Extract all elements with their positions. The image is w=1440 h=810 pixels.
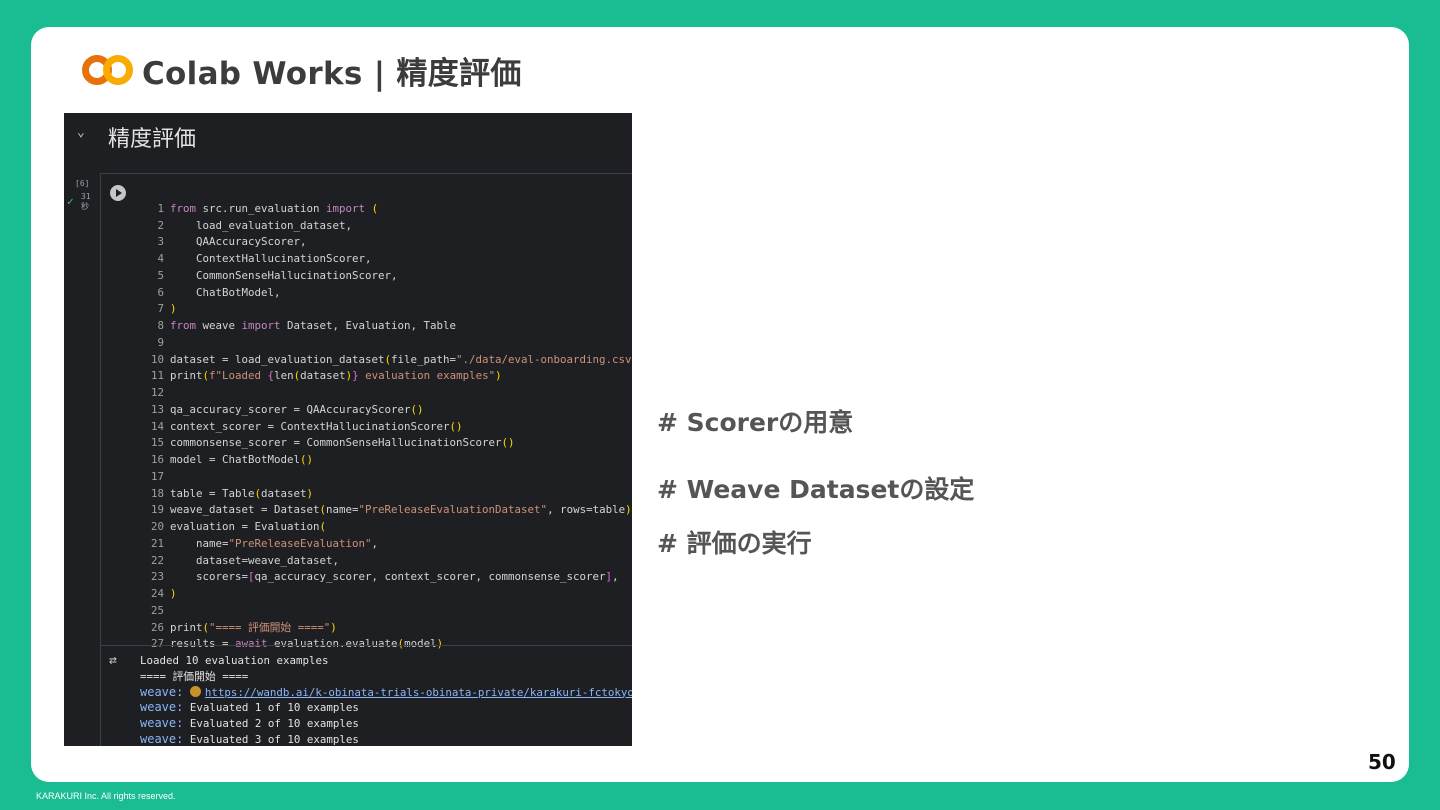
output-divider [100,645,632,646]
page-number: 50 [1368,750,1396,774]
run-cell-button[interactable] [110,185,126,201]
code-line: 4 ContextHallucinationScorer, [157,252,372,265]
code-line: 15 commonsense_scorer = CommonSenseHalluc… [150,436,515,450]
output-line: ==== 評価開始 ==== [140,669,249,683]
code-line: 19 weave_dataset = Dataset(name="PreRelea… [150,503,632,517]
code-line: 24) [150,587,177,600]
output-line: Evaluated 1 of 10 examples [189,701,359,715]
code-line: 21 name="PreReleaseEvaluation", [150,536,379,550]
bullet-evaluation: # 評価の実行 [657,529,812,558]
chevron-down-icon[interactable]: ⌄ [77,125,85,140]
output-line: Evaluated 2 of 10 examples [189,717,359,731]
colab-logo-icon [82,55,133,85]
code-line: 5 CommonSenseHallucinationScorer, [157,268,398,282]
execution-duration: 31 秒 [81,192,91,211]
code-line: 17 [150,469,164,483]
slide-title: Colab Works | 精度評価 [142,55,522,92]
output-line: Loaded 10 evaluation examples [140,654,329,667]
code-line: 12 [150,386,164,399]
weave-prefix: weave: [140,684,184,699]
code-line: 6 ChatBotModel, [157,285,281,299]
slide-header: Colab Works | 精度評価 [80,50,522,92]
weave-run-link[interactable]: https://wandb.ai/k-obinata-trials-obinat… [205,686,632,699]
cell-output: Loaded 10 evaluation examples ==== 評価開始 … [140,653,632,746]
code-line: 25 [150,603,164,617]
code-line: 7) [157,302,177,316]
code-line: 13 qa_accuracy_scorer = QAAccuracyScorer(… [150,402,424,416]
colab-notebook-screenshot: ⌄ 精度評価 [6] ✓ 31 秒 1 from src.run_evaluatio… [64,113,632,746]
weave-prefix: weave: [140,716,184,731]
cell-divider [100,173,101,746]
output-toggle-icon[interactable]: ⇄ [109,653,117,668]
cell-divider [100,173,632,174]
execution-count: [6] [75,179,90,188]
code-line: 18 table = Table(dataset) [150,486,314,500]
code-line: 16 model = ChatBotModel() [150,453,314,466]
code-line: 11 print(f"Loaded {len(dataset)} evaluati… [150,369,502,383]
code-line: 8 from weave import Dataset, Evaluation, … [157,319,457,332]
bullet-scorer: # Scorerの用意 [657,408,854,437]
code-line: 23 scorers=[qa_accuracy_scorer, context_… [150,570,619,584]
output-line: Evaluated 3 of 10 examples [189,732,359,746]
code-editor[interactable]: 1 from src.run_evaluation import ( 2 load… [142,184,632,670]
weave-prefix: weave: [140,731,184,746]
footer-copyright: KARAKURI Inc. All rights reserved. [36,791,176,801]
check-icon: ✓ [67,195,74,208]
weave-bee-icon [189,685,201,697]
code-line: 22 dataset=weave_dataset, [150,553,340,567]
code-line: 1 from src.run_evaluation import ( [157,201,379,215]
section-title: 精度評価 [108,127,197,152]
weave-prefix: weave: [140,700,184,715]
code-line: 14 context_scorer = ContextHallucinationS… [150,419,463,433]
code-line: 10 dataset = load_evaluation_dataset(file… [150,352,632,366]
code-line: 27 results = await evaluation.evaluate(mo… [150,637,444,651]
code-line: 26 print("==== 評価開始 ====") [150,620,337,634]
code-line: 20 evaluation = Evaluation( [150,520,327,533]
bullet-dataset: # Weave Datasetの設定 [657,475,975,504]
code-line: 9 [157,335,164,349]
section-header[interactable]: ⌄ 精度評価 [64,113,632,157]
code-line: 2 load_evaluation_dataset, [157,218,353,232]
code-line: 3 QAAccuracyScorer, [157,235,307,249]
